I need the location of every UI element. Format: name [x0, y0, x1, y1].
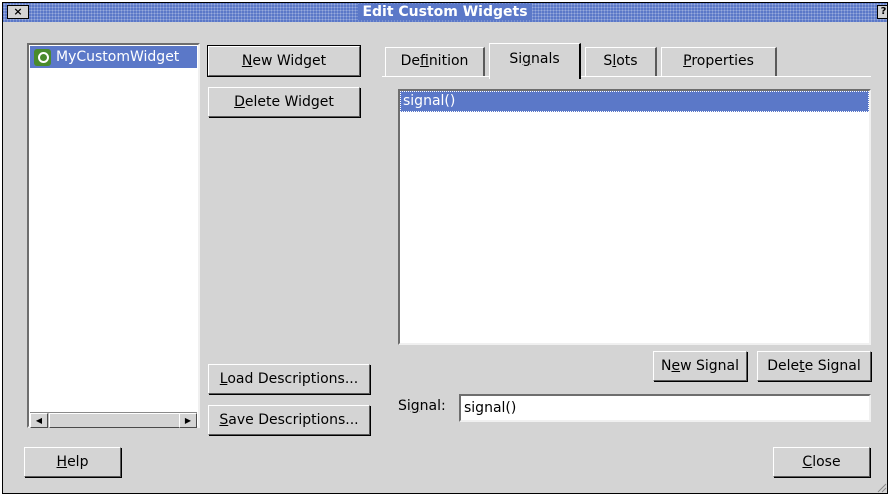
- list-item[interactable]: MyCustomWidget: [30, 46, 197, 68]
- scroll-right-icon[interactable]: ▶: [179, 413, 197, 428]
- edit-custom-widgets-dialog: Edit Custom Widgets × ? MyCustomWidget ◀…: [2, 2, 888, 494]
- save-descriptions-button[interactable]: Save Descriptions...: [208, 405, 370, 435]
- title-bar[interactable]: Edit Custom Widgets × ?: [3, 3, 887, 22]
- help-button[interactable]: Help: [24, 447, 121, 477]
- tab-pane-border: [382, 76, 871, 78]
- tab-slots[interactable]: Slots: [585, 47, 657, 77]
- resize-grip-icon[interactable]: [875, 481, 887, 493]
- qt-logo-icon: [34, 49, 51, 66]
- load-descriptions-button[interactable]: Load Descriptions...: [208, 364, 370, 394]
- new-signal-button[interactable]: New Signal: [653, 351, 747, 381]
- scroll-left-icon[interactable]: ◀: [30, 413, 48, 428]
- custom-widget-list[interactable]: MyCustomWidget ◀ ▶: [27, 43, 200, 428]
- signal-input[interactable]: signal(): [459, 394, 871, 422]
- scrollbar-thumb[interactable]: [49, 413, 181, 428]
- tab-properties[interactable]: Properties: [661, 47, 777, 77]
- close-icon[interactable]: ×: [7, 5, 29, 19]
- widget-name: MyCustomWidget: [56, 49, 180, 65]
- delete-signal-button[interactable]: Delete Signal: [757, 351, 871, 381]
- new-widget-button[interactable]: New Widget: [207, 45, 361, 77]
- whats-this-help-icon[interactable]: ?: [877, 5, 887, 19]
- delete-widget-button[interactable]: Delete Widget: [208, 87, 360, 117]
- window-title: Edit Custom Widgets: [358, 4, 532, 20]
- tab-signals[interactable]: Signals: [489, 43, 581, 79]
- signal-list[interactable]: signal(): [398, 89, 871, 345]
- horizontal-scrollbar[interactable]: ◀ ▶: [30, 412, 197, 428]
- signal-field-label: Signal:: [398, 398, 446, 414]
- list-item[interactable]: signal(): [400, 91, 869, 112]
- tab-definition[interactable]: Definition: [385, 47, 485, 77]
- close-button[interactable]: Close: [773, 447, 870, 477]
